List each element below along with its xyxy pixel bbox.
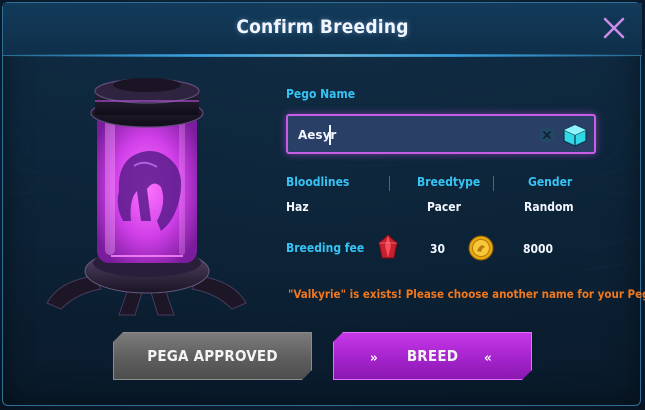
breed-button[interactable]: ›› BREED ‹‹ <box>333 332 532 380</box>
text-cursor <box>329 125 331 145</box>
cube-dice-icon[interactable] <box>562 123 588 147</box>
breedtype-header: Breedtype <box>417 175 481 189</box>
bloodline-value: Haz <box>286 200 309 214</box>
pega-approved-button[interactable]: PEGA APPROVED <box>113 332 312 380</box>
dialog-title: Confirm Breeding <box>236 16 409 38</box>
chevrons-left-icon: ‹‹ <box>484 351 490 366</box>
gender-value: Random <box>524 200 574 214</box>
breeding-fee-label: Breeding fee <box>286 241 365 255</box>
red-gem-icon <box>378 234 398 259</box>
pego-name-label: Pego Name <box>286 87 356 101</box>
divider <box>493 176 494 191</box>
coin-fee-amount: 8000 <box>523 242 554 256</box>
breedtype-value: Pacer <box>427 200 461 214</box>
gem-fee-amount: 30 <box>430 242 446 256</box>
gender-header: Gender <box>528 175 573 189</box>
pega-capsule-image <box>46 78 247 316</box>
pego-name-field[interactable] <box>286 114 596 154</box>
divider <box>389 176 390 191</box>
header-glow-line <box>3 54 642 57</box>
name-exists-warning: "Valkyrie" is exists! Please choose anot… <box>288 287 645 301</box>
pega-approved-label: PEGA APPROVED <box>147 347 278 365</box>
pego-name-input[interactable] <box>298 125 528 145</box>
clear-x-icon[interactable] <box>539 127 555 143</box>
close-icon[interactable] <box>601 15 627 41</box>
breed-label: BREED <box>406 347 459 365</box>
confirm-breeding-dialog: Confirm Breeding Pego Name Aesyr Bloodli… <box>2 2 645 406</box>
dialog-header: Confirm Breeding <box>3 3 642 57</box>
bloodlines-header: Bloodlines <box>286 175 350 189</box>
gold-coin-icon <box>468 235 494 261</box>
game-scene: Confirm Breeding Pego Name Aesyr Bloodli… <box>0 0 645 410</box>
chevrons-right-icon: ›› <box>370 351 376 366</box>
